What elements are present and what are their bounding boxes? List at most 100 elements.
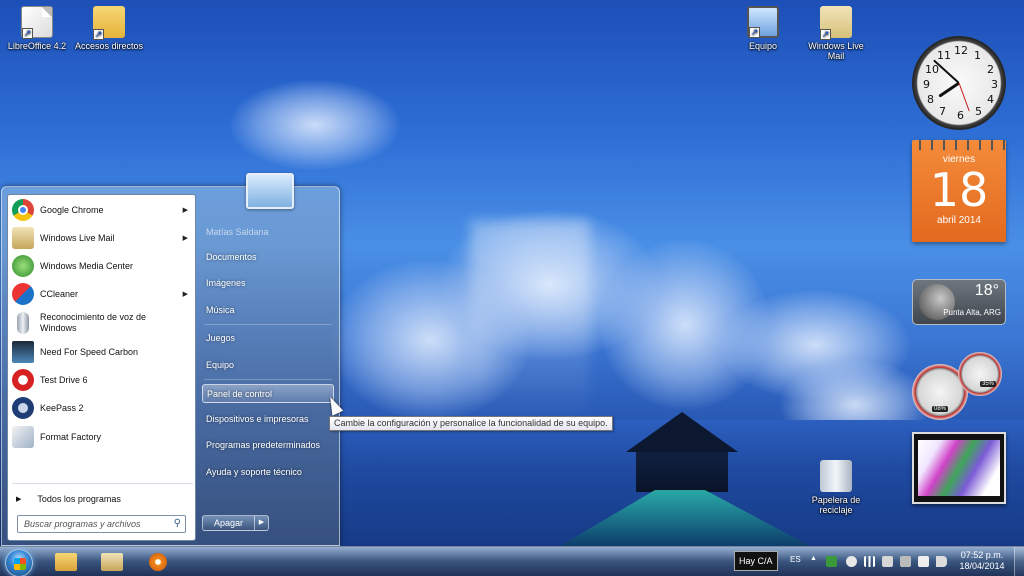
tray-nvidia-icon[interactable] <box>826 556 837 567</box>
calendar-month-year: abril 2014 <box>937 215 981 226</box>
clock-number: 6 <box>957 109 964 122</box>
program-item-windows-live-mail[interactable]: Windows Live Mail ▶ <box>12 224 194 251</box>
divider <box>204 324 332 325</box>
shortcut-arrow-icon: ↗ <box>22 28 33 39</box>
submenu-arrow-icon[interactable]: ▶ <box>183 206 188 214</box>
clock-number: 8 <box>927 93 934 106</box>
recycle-bin-icon <box>820 460 852 492</box>
microphone-icon <box>17 312 29 334</box>
program-label: Need For Speed Carbon <box>40 346 139 357</box>
ram-dial: 35% <box>958 352 1002 396</box>
desktop-icon-label: Equipo <box>748 41 778 51</box>
show-desktop-button[interactable] <box>1014 547 1024 576</box>
program-item-test-drive[interactable]: Test Drive 6 <box>12 366 194 393</box>
clock-second-hand <box>958 82 970 112</box>
desktop-icon-papelera[interactable]: Papelera de reciclaje <box>799 460 873 515</box>
clock-number: 7 <box>939 105 946 118</box>
media-center-icon <box>12 254 34 277</box>
clock-number: 9 <box>923 78 930 91</box>
user-picture[interactable] <box>246 173 294 209</box>
calendar-day: 18 <box>929 163 989 217</box>
clock-number: 11 <box>937 49 951 62</box>
weather-gadget[interactable]: 18° Punta Alta, ARG <box>912 279 1006 325</box>
all-programs-button[interactable]: ▶ Todos los programas <box>16 489 192 509</box>
program-item-need-for-speed[interactable]: Need For Speed Carbon <box>12 338 194 365</box>
shutdown-button[interactable]: Apagar <box>202 515 255 531</box>
start-item-panel-de-control[interactable]: Panel de control <box>202 384 334 403</box>
desktop-icon-equipo[interactable]: ↗ Equipo <box>726 6 800 51</box>
search-input[interactable]: Buscar programas y archivos ⚲ <box>17 515 186 533</box>
media-player-icon <box>149 553 167 571</box>
start-item-equipo[interactable]: Equipo <box>202 356 334 375</box>
mail-icon: ↗ <box>820 6 852 40</box>
start-item-juegos[interactable]: Juegos <box>202 329 334 348</box>
notification-text[interactable]: Hay C/A <box>734 551 778 571</box>
taskbar: Hay C/A ES ▲ 07:52 p.m. 18/04/2014 <box>0 546 1024 576</box>
folder-icon <box>55 553 77 571</box>
format-factory-icon <box>12 425 34 448</box>
start-menu: Google Chrome ▶ Windows Live Mail ▶ Wind… <box>1 173 340 546</box>
network-icon[interactable] <box>882 556 893 567</box>
shortcut-arrow-icon: ↗ <box>820 29 831 40</box>
divider <box>204 379 332 380</box>
folder-icon: ↗ <box>93 6 125 40</box>
weather-temperature: 18° <box>974 282 999 299</box>
show-hidden-icons-icon[interactable]: ▲ <box>810 555 817 562</box>
taskbar-windows-live-mail[interactable] <box>92 550 132 574</box>
search-icon[interactable]: ⚲ <box>174 516 181 532</box>
start-item-programas-predeterminados[interactable]: Programas predeterminados <box>202 436 334 455</box>
tray-skype-icon[interactable] <box>846 556 857 567</box>
divider <box>12 483 193 484</box>
start-item-ayuda[interactable]: Ayuda y soporte técnico <box>202 463 334 482</box>
taskbar-media-player[interactable] <box>138 550 178 574</box>
clock-number: 1 <box>974 49 981 62</box>
submenu-arrow-icon[interactable]: ▶ <box>183 234 188 242</box>
start-item-documentos[interactable]: Documentos <box>202 248 334 267</box>
shutdown-options-button[interactable]: ▶ <box>255 515 269 531</box>
taskbar-explorer[interactable] <box>46 550 86 574</box>
clock-gadget[interactable]: 12 1 2 3 4 5 6 7 8 9 10 11 <box>912 36 1006 130</box>
start-item-musica[interactable]: Música <box>202 301 334 320</box>
device-icon[interactable] <box>900 556 911 567</box>
program-label: CCleaner <box>40 288 79 299</box>
cpu-meter-gadget[interactable]: 08% 35% <box>912 352 1008 422</box>
clock-number: 2 <box>987 63 994 76</box>
slideshow-gadget[interactable] <box>912 432 1006 504</box>
user-name[interactable]: Matías Saldana <box>206 227 269 237</box>
program-label: Google Chrome <box>40 204 104 215</box>
language-indicator[interactable]: ES <box>790 555 801 564</box>
cloud <box>230 80 400 170</box>
clock-hour-hand <box>938 81 960 98</box>
start-button[interactable] <box>5 549 33 576</box>
search-placeholder: Buscar programas y archivos <box>24 519 141 529</box>
all-programs-label: Todos los programas <box>37 494 121 504</box>
program-item-reconocimiento-voz[interactable]: Reconocimiento de voz de Windows <box>12 308 194 338</box>
desktop-icon-label: LibreOffice 4.2 <box>7 41 67 51</box>
cpu-percent: 08% <box>932 406 949 412</box>
keepass-icon <box>12 396 34 419</box>
program-item-keepass[interactable]: KeePass 2 <box>12 394 194 421</box>
start-item-imagenes[interactable]: Imágenes <box>202 274 334 293</box>
program-item-windows-media-center[interactable]: Windows Media Center <box>12 252 194 279</box>
desktop-icon-windows-live-mail[interactable]: ↗ Windows Live Mail <box>799 6 873 61</box>
light-rays <box>470 220 590 420</box>
computer-icon: ↗ <box>747 6 779 38</box>
taskbar-clock[interactable]: 07:52 p.m. 18/04/2014 <box>954 550 1010 572</box>
tooltip: Cambie la configuración y personalice la… <box>329 416 613 431</box>
desktop-wallpaper[interactable]: ↗ LibreOffice 4.2 ↗ Accesos directos ↗ E… <box>0 0 1024 546</box>
program-item-format-factory[interactable]: Format Factory <box>12 423 194 450</box>
calendar-gadget[interactable]: viernes 18 abril 2014 <box>912 140 1006 242</box>
program-item-ccleaner[interactable]: CCleaner ▶ <box>12 280 194 307</box>
desktop-icon-label: Windows Live Mail <box>808 41 864 61</box>
volume-icon[interactable] <box>936 556 947 567</box>
program-label: KeePass 2 <box>40 402 84 413</box>
shortcut-arrow-icon: ↗ <box>93 29 104 40</box>
desktop-icon-accesos-directos[interactable]: ↗ Accesos directos <box>72 6 146 51</box>
desktop-icon-libreoffice[interactable]: ↗ LibreOffice 4.2 <box>0 6 74 51</box>
chrome-icon <box>12 198 34 221</box>
submenu-arrow-icon[interactable]: ▶ <box>183 290 188 298</box>
program-item-google-chrome[interactable]: Google Chrome ▶ <box>12 196 194 223</box>
action-center-flag-icon[interactable] <box>918 556 929 567</box>
signal-icon[interactable] <box>864 556 875 567</box>
start-item-dispositivos[interactable]: Dispositivos e impresoras <box>202 410 334 429</box>
